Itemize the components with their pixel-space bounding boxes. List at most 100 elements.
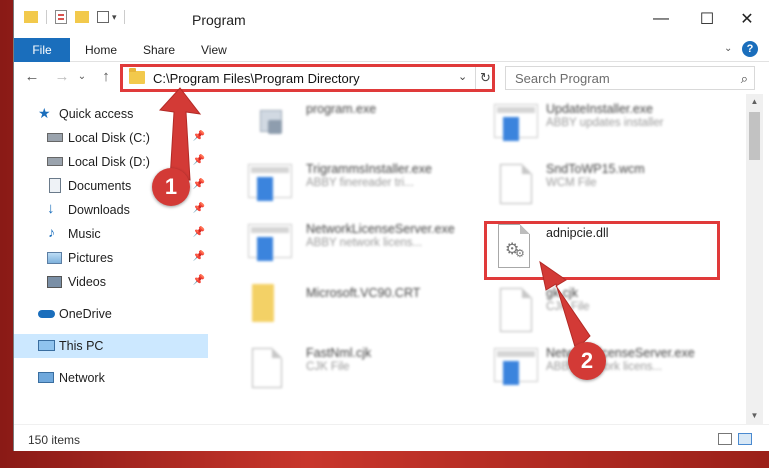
documents-icon [49,178,61,193]
file-list: program.exe UpdateInstaller.exe ABBY upd… [212,94,746,424]
vertical-scrollbar[interactable]: ▲ ▼ [746,94,763,424]
up-button[interactable]: ↑ [96,68,116,85]
ribbon-tabs: File Home Share View ⌄ ? [14,38,769,62]
navigation-bar: ← → ⌄ ↑ C:\Program Files\Program Directo… [14,62,769,94]
minimize-button[interactable]: — [638,0,684,38]
pin-icon[interactable]: 📌 [193,227,205,238]
file-description: CJK File [306,361,350,373]
close-button[interactable]: ✕ [724,0,769,38]
file-item[interactable]: FastNml.cjk CJK File [240,340,480,396]
sidebar-item-label: This PC [59,339,104,353]
navigation-pane: ★ Quick access Local Disk (C:) 📌 Local D… [14,94,210,424]
sidebar-item-label: Quick access [59,107,134,121]
tab-view[interactable]: View [188,38,240,62]
pin-icon[interactable]: 📌 [193,275,205,286]
music-icon: ♪ [48,224,55,240]
network-icon [38,372,54,383]
expand-ribbon-icon[interactable]: ⌄ [724,43,732,54]
file-name: NetworkLicenseServer.exe [306,222,455,236]
sidebar-item-pictures[interactable]: Pictures 📌 [14,246,208,270]
videos-icon [47,276,62,288]
sidebar-item-network[interactable]: Network [14,366,208,390]
sidebar-item-label: Network [59,371,105,385]
title-bar: ▾ Program — ☐ ✕ [14,0,769,38]
file-description: ABBY network licens... [306,237,423,249]
new-folder-icon[interactable] [75,11,89,23]
file-item[interactable]: SndToWP15.wcm WCM File [480,156,720,212]
forward-button[interactable]: → [52,68,72,85]
search-icon: ⌕ [740,71,748,86]
file-description: ABBY finereader tri... [306,177,414,189]
folder-icon[interactable] [24,11,38,23]
drive-icon [47,133,63,142]
sidebar-item-local-disk-c[interactable]: Local Disk (C:) 📌 [14,126,208,150]
pin-icon[interactable]: 📌 [193,203,205,214]
help-icon[interactable]: ? [742,41,758,57]
application-icon [248,224,292,261]
file-item[interactable]: Microsoft.VC90.CRT [240,280,480,336]
sidebar-item-label: Documents [68,179,132,193]
cloud-icon [38,310,55,318]
file-name: FastNml.cjk [306,346,372,360]
file-name: UpdateInstaller.exe [546,102,654,116]
file-description: WCM File [546,177,597,189]
file-item[interactable]: UpdateInstaller.exe ABBY updates install… [480,96,720,152]
pictures-icon [47,252,62,264]
sidebar-item-videos[interactable]: Videos 📌 [14,270,208,294]
file-item[interactable]: NetworkLicenseServer.exe ABBY network li… [240,216,480,272]
document-icon [500,288,532,332]
step-2-callout: 2 [568,342,606,380]
tab-home[interactable]: Home [72,38,130,62]
search-input[interactable]: Search Program [515,71,610,86]
file-name: TrigrammsInstaller.exe [306,162,432,176]
scroll-down-icon[interactable]: ▼ [746,408,763,424]
file-item[interactable]: gk.cjk CJK File [480,280,720,336]
properties-icon[interactable] [55,10,67,24]
sidebar-item-label: Local Disk (D:) [68,155,150,169]
sidebar-item-label: Downloads [68,203,130,217]
separator [123,10,125,24]
pin-icon[interactable]: 📌 [193,131,205,142]
document-icon [500,164,532,204]
scroll-up-icon[interactable]: ▲ [746,94,763,110]
download-icon: ↓ [47,200,55,217]
window-title: Program [192,12,246,28]
sidebar-item-label: OneDrive [59,307,112,321]
scroll-thumb[interactable] [749,112,760,160]
view-options-icon[interactable] [97,11,109,23]
application-icon [248,164,292,201]
tab-file[interactable]: File [14,38,70,62]
sidebar-item-quick-access[interactable]: ★ Quick access [14,102,208,126]
back-button[interactable]: ← [22,68,42,85]
chevron-down-icon[interactable]: ▾ [112,12,117,23]
address-highlight-box [120,64,495,92]
file-name: gk.cjk [546,286,578,300]
file-explorer-window: ▾ Program — ☐ ✕ File Home Share View ⌄ ?… [13,0,769,451]
step-1-callout: 1 [152,168,190,206]
document-icon [252,348,282,388]
file-highlight-box [484,221,720,280]
file-name: SndToWP15.wcm [546,162,645,176]
folder-icon [252,284,274,322]
sidebar-item-onedrive[interactable]: OneDrive [14,302,208,326]
pin-icon[interactable]: 📌 [193,251,205,262]
sidebar-item-label: Pictures [68,251,114,265]
sidebar-item-label: Local Disk (C:) [68,131,150,145]
pin-icon[interactable]: 📌 [193,155,205,166]
large-icons-view-icon[interactable] [738,433,752,445]
tab-share[interactable]: Share [130,38,188,62]
drive-icon [47,157,63,166]
pin-icon[interactable]: 📌 [193,179,205,190]
details-view-icon[interactable] [718,433,732,445]
file-name: program.exe [306,102,377,116]
file-item[interactable]: TrigrammsInstaller.exe ABBY finereader t… [240,156,480,212]
application-icon [494,348,538,385]
computer-icon [38,340,55,351]
status-bar: 150 items [14,424,769,451]
file-item[interactable]: program.exe [240,96,480,152]
separator [46,10,47,24]
search-box[interactable]: Search Program ⌕ [505,66,755,90]
sidebar-item-music[interactable]: ♪ Music 📌 [14,222,208,246]
sidebar-item-this-pc[interactable]: This PC [14,334,208,358]
recent-locations-button[interactable]: ⌄ [72,71,92,82]
